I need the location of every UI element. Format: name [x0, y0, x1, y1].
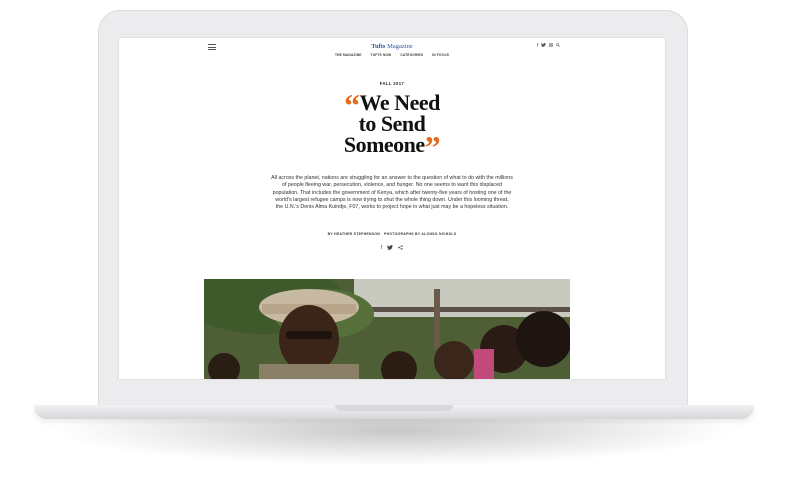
- laptop-screen: Tufts Magazine THE MAGAZINE TUFTS NOW CA…: [119, 38, 665, 379]
- article-dek: All across the planet, nations are strug…: [271, 175, 513, 211]
- share-bar: f: [119, 245, 665, 252]
- close-quote: ”: [424, 129, 441, 165]
- facebook-icon[interactable]: f: [537, 43, 538, 49]
- twitter-icon[interactable]: [541, 43, 547, 49]
- nav-the-magazine[interactable]: THE MAGAZINE: [335, 53, 362, 57]
- site-nav: THE MAGAZINE TUFTS NOW CATEGORIES IN FOC…: [119, 53, 665, 57]
- nav-categories[interactable]: CATEGORIES: [400, 53, 423, 57]
- issue-label[interactable]: FALL 2017: [119, 81, 665, 86]
- share-icon[interactable]: [398, 245, 403, 252]
- nav-tufts-now[interactable]: TUFTS NOW: [371, 53, 392, 57]
- open-quote: “: [344, 87, 360, 123]
- brand-rest: Magazine: [385, 43, 413, 50]
- article-headline: “We Need to Send Someone”: [119, 89, 665, 163]
- instagram-icon[interactable]: [549, 43, 554, 49]
- header-social: f: [537, 43, 561, 49]
- hero-photo: [204, 279, 570, 379]
- headline-line-3: Someone: [343, 132, 425, 157]
- nav-in-focus[interactable]: IN FOCUS: [432, 53, 449, 57]
- byline-photos[interactable]: PHOTOGRAPHS BY ALONSO NICHOLS: [384, 232, 456, 236]
- facebook-icon[interactable]: f: [381, 245, 382, 252]
- search-icon[interactable]: [556, 43, 561, 49]
- brand-bold: Tufts: [371, 43, 386, 50]
- laptop-notch: [335, 405, 453, 411]
- twitter-icon[interactable]: [387, 245, 394, 252]
- byline-author[interactable]: BY HEATHER STEPHENSON: [328, 232, 380, 236]
- site-brand[interactable]: Tufts Magazine: [119, 43, 665, 50]
- article-byline: BY HEATHER STEPHENSON PHOTOGRAPHS BY ALON…: [119, 232, 665, 236]
